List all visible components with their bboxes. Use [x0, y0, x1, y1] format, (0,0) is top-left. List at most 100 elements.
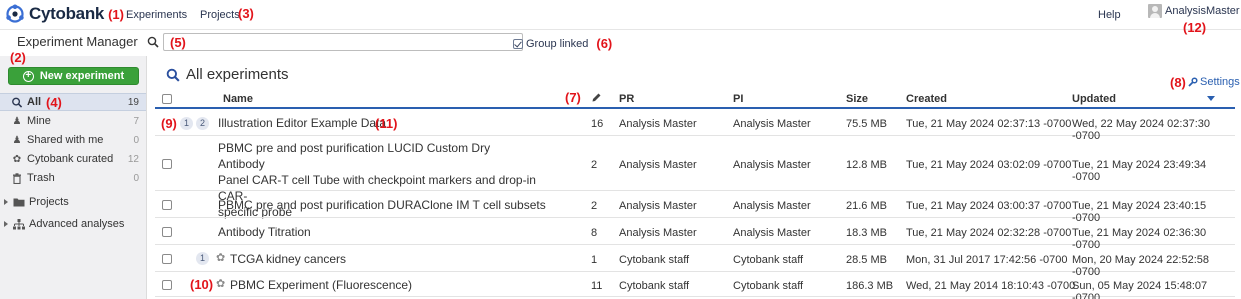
cell-pi: Cytobank staff — [733, 280, 804, 292]
annotation-10: (10) — [190, 277, 214, 292]
experiment-name[interactable]: Antibody Titration — [218, 224, 311, 240]
table-row[interactable]: Antibody Titration 8 Analysis Master Ana… — [155, 219, 1235, 251]
pencil-icon — [592, 93, 601, 102]
caret-right-icon[interactable] — [4, 199, 8, 205]
row-checkbox[interactable] — [162, 280, 172, 290]
sidebar-item-count: 12 — [127, 153, 139, 165]
group-linked-label: Group linked — [526, 37, 589, 50]
nav-experiments[interactable]: Experiments — [126, 9, 187, 21]
experiment-name[interactable]: PBMC Experiment (Fluorescence) — [230, 277, 412, 293]
user-menu[interactable]: AnalysisMaster — [1148, 4, 1240, 18]
annotation-1: (1) — [108, 6, 124, 22]
sidebar-item-label: Trash — [27, 172, 55, 184]
annotation-3: (3) — [238, 6, 254, 21]
sidebar-tree-advanced-analyses[interactable]: Advanced analyses — [4, 218, 124, 230]
sidebar-item-count: 19 — [127, 96, 139, 108]
help-link[interactable]: Help — [1098, 9, 1121, 21]
cell-created: Wed, 21 May 2014 18:10:43 -0700 — [906, 280, 1076, 292]
group-linked-toggle[interactable]: Group linked (6) — [513, 36, 612, 51]
sort-descending-icon[interactable] — [1207, 96, 1215, 101]
select-all-checkbox[interactable] — [162, 94, 172, 104]
table-row[interactable]: PBMC pre and post purification DURAClone… — [155, 192, 1235, 224]
table-row[interactable]: (9) 1 2 Illustration Editor Example Data… — [155, 110, 1235, 142]
cell-pi: Cytobank staff — [733, 254, 804, 266]
experiment-name-line: PBMC pre and post purification LUCID Cus… — [218, 141, 491, 171]
cell-pr: Analysis Master — [619, 159, 697, 171]
sidebar-item-cytobank-curated[interactable]: ✿ Cytobank curated 12 — [0, 150, 146, 168]
cell-created: Tue, 21 May 2024 02:32:28 -0700 — [906, 227, 1072, 239]
user-icon: ♟ — [12, 115, 22, 127]
cytobank-curated-icon: ✿ — [216, 252, 226, 264]
search-field[interactable] — [185, 35, 187, 49]
column-header-pi[interactable]: PI — [733, 93, 743, 105]
experiment-name[interactable]: Illustration Editor Example Data — [218, 115, 386, 131]
sidebar-item-label: Mine — [27, 115, 51, 127]
annotation-9: (9) — [161, 116, 177, 131]
sidebar: (2) + New experiment All (4) 19 ♟ Mine 7… — [0, 50, 147, 299]
column-header-pr[interactable]: PR — [619, 93, 634, 105]
cell-size: 21.6 MB — [846, 200, 887, 212]
new-experiment-button[interactable]: + New experiment — [8, 67, 139, 85]
row-checkbox[interactable] — [162, 254, 172, 264]
search-icon — [166, 68, 180, 82]
sidebar-item-label: All — [27, 96, 42, 108]
cell-size: 18.3 MB — [846, 227, 887, 239]
cytobank-icon: ✿ — [12, 153, 22, 165]
sidebar-item-shared-with-me[interactable]: ♟ Shared with me 0 — [0, 131, 146, 149]
row-checkbox[interactable] — [162, 159, 172, 169]
sidebar-item-label: Cytobank curated — [27, 153, 114, 165]
cell-created: Tue, 21 May 2024 03:00:37 -0700 — [906, 200, 1072, 212]
group-linked-checkbox[interactable] — [513, 38, 523, 49]
table-row[interactable]: (10) ✿ PBMC Experiment (Fluorescence) 11… — [155, 273, 1235, 299]
avatar — [1148, 4, 1162, 18]
shared-user-icon: ♟ — [12, 134, 22, 146]
cell-created: Tue, 21 May 2024 02:37:13 -0700 — [906, 118, 1072, 130]
sidebar-item-trash[interactable]: Trash 0 — [0, 169, 146, 187]
count-badge[interactable]: 1 — [180, 117, 193, 130]
search-bar: (5) — [147, 33, 523, 51]
annotation-7: (7) — [565, 90, 581, 105]
file-count: 2 — [591, 200, 598, 212]
column-header-updated[interactable]: Updated — [1072, 93, 1116, 105]
cytobank-logo[interactable]: Cytobank (1) — [4, 4, 124, 24]
cell-updated: Tue, 21 May 2024 23:49:34 -0700 — [1072, 159, 1207, 183]
count-badge[interactable]: 1 — [196, 252, 209, 265]
column-header-created[interactable]: Created — [906, 93, 947, 105]
cell-created: Mon, 31 Jul 2017 17:42:56 -0700 — [906, 254, 1068, 266]
cell-pr: Analysis Master — [619, 227, 697, 239]
file-count: 2 — [591, 159, 598, 171]
sidebar-item-all[interactable]: All (4) 19 — [0, 93, 146, 111]
hierarchy-icon — [13, 218, 25, 229]
column-header-name[interactable]: Name — [223, 93, 253, 105]
sidebar-item-count: 0 — [133, 134, 139, 146]
sidebar-tree-projects[interactable]: Projects — [4, 196, 69, 208]
search-icon — [12, 97, 23, 108]
row-checkbox[interactable] — [162, 227, 172, 237]
caret-right-icon[interactable] — [4, 221, 8, 227]
file-count: 11 — [591, 280, 603, 292]
experiment-name[interactable]: TCGA kidney cancers — [230, 251, 346, 267]
sidebar-tree-label: Projects — [29, 196, 69, 208]
top-navigation-bar: Cytobank (1) Experiments Projects (3) He… — [0, 0, 1241, 35]
table-row[interactable]: 1 ✿ TCGA kidney cancers 1 Cytobank staff… — [155, 246, 1235, 278]
plus-icon: + — [22, 70, 34, 82]
experiment-name[interactable]: PBMC pre and post purification DURAClone… — [218, 197, 546, 213]
annotation-6: (6) — [596, 36, 613, 51]
folder-icon — [13, 198, 25, 207]
sidebar-item-mine[interactable]: ♟ Mine 7 — [0, 112, 146, 130]
table-row[interactable]: PBMC pre and post purification LUCID Cus… — [155, 137, 1235, 219]
settings-link[interactable]: Settings — [1188, 76, 1240, 88]
count-badge[interactable]: 2 — [196, 117, 209, 130]
search-icon — [147, 36, 159, 48]
cell-size: 12.8 MB — [846, 159, 887, 171]
user-name: AnalysisMaster — [1165, 5, 1240, 17]
search-input[interactable]: (5) — [163, 33, 523, 51]
nav-projects[interactable]: Projects — [200, 9, 240, 21]
experiments-heading: All experiments — [166, 66, 289, 83]
experiments-title: All experiments — [186, 66, 289, 83]
row-checkbox[interactable] — [162, 200, 172, 210]
column-header-size[interactable]: Size — [846, 93, 868, 105]
app-name: Cytobank — [29, 4, 105, 23]
annotation-5: (5) — [170, 34, 186, 50]
annotation-4: (4) — [46, 95, 62, 110]
